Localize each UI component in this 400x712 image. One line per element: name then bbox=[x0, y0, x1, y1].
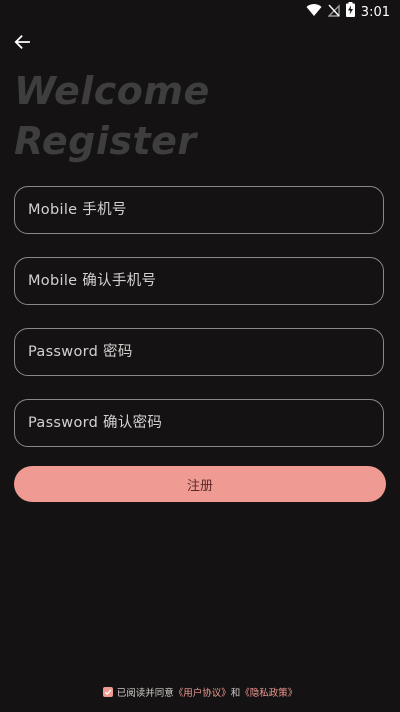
status-time: 3:01 bbox=[360, 4, 390, 20]
mobile-confirm-field[interactable] bbox=[14, 257, 384, 305]
no-signal-icon bbox=[327, 3, 340, 22]
agreement-checkbox[interactable] bbox=[102, 687, 113, 697]
check-icon bbox=[104, 689, 112, 696]
arrow-left-icon bbox=[13, 33, 31, 56]
agreement-conjunction: 和 bbox=[230, 688, 241, 699]
agreement-prefix: 已阅读并同意 bbox=[116, 688, 174, 699]
password-confirm-field[interactable] bbox=[14, 399, 384, 447]
battery-charging-icon bbox=[345, 2, 355, 22]
status-icons: 3:01 bbox=[306, 2, 390, 22]
title-line-register: Register bbox=[14, 119, 197, 163]
register-button[interactable]: 注册 bbox=[14, 466, 386, 502]
user-agreement-link[interactable]: 《用户协议》 bbox=[174, 685, 231, 699]
password-field[interactable] bbox=[14, 328, 384, 376]
status-bar: 3:01 bbox=[0, 0, 400, 24]
title-line-welcome: Welcome bbox=[14, 69, 210, 113]
agreement-row: 已阅读并同意 《用户协议》 和 《隐私政策》 bbox=[0, 684, 400, 700]
password-confirm-input[interactable] bbox=[15, 400, 383, 446]
password-input[interactable] bbox=[15, 329, 383, 375]
privacy-policy-link[interactable]: 《隐私政策》 bbox=[240, 685, 297, 699]
page-title: Welcome Register bbox=[14, 66, 210, 166]
mobile-field[interactable] bbox=[14, 186, 384, 234]
mobile-confirm-input[interactable] bbox=[15, 258, 383, 304]
back-button[interactable] bbox=[8, 30, 36, 58]
mobile-input[interactable] bbox=[15, 187, 383, 233]
wifi-icon bbox=[306, 3, 322, 22]
